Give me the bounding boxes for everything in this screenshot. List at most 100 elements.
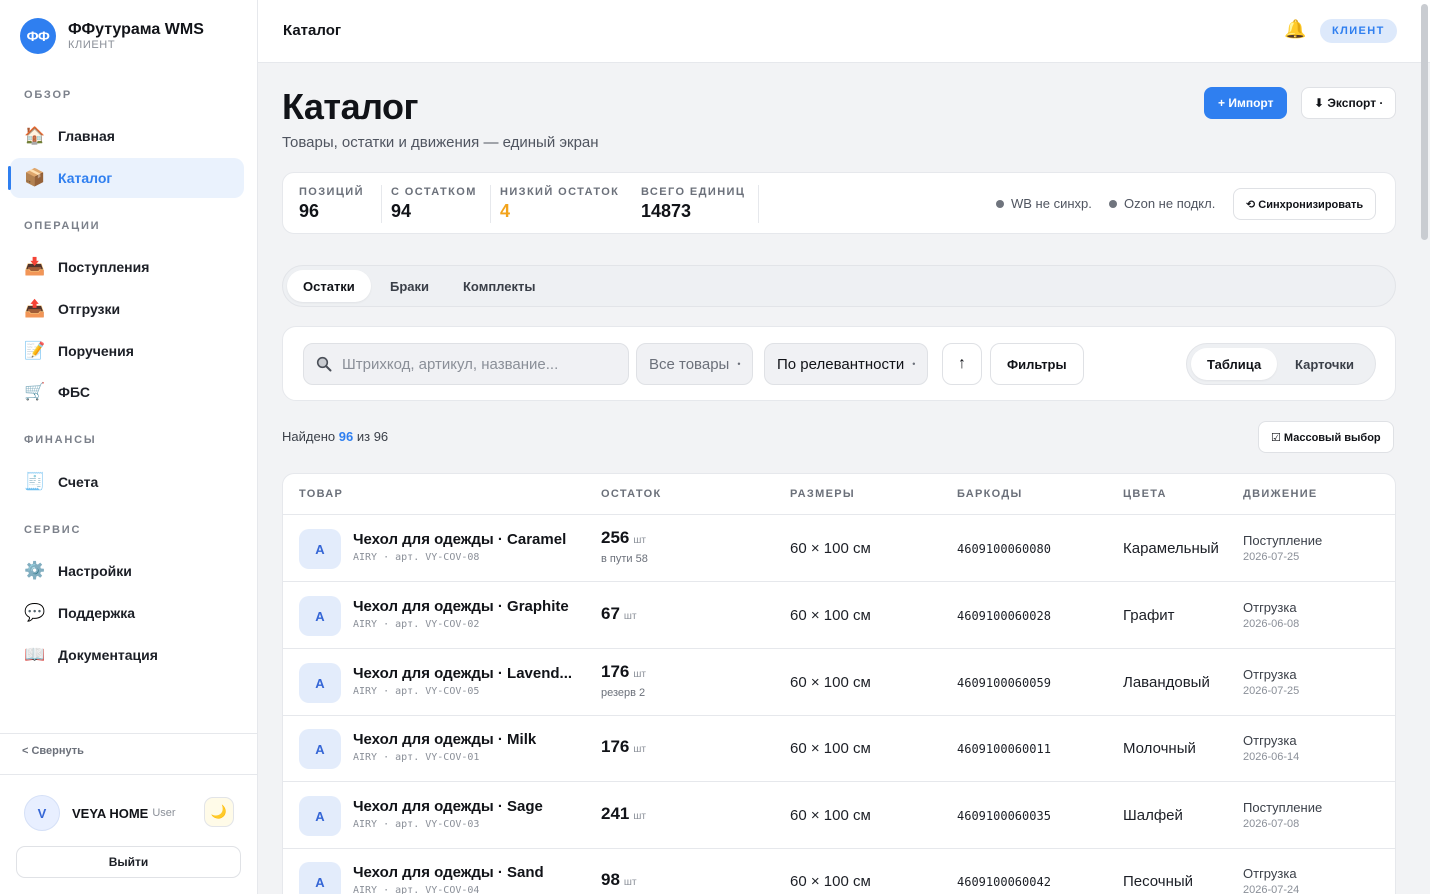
product-sku: AIRY · арт. VY-COV-04 [353, 885, 480, 894]
collapse-sidebar-button[interactable]: < Свернуть [22, 745, 84, 757]
speech-bubble-icon: 💬 [24, 603, 46, 622]
sync-button[interactable]: ⟲ Синхронизировать [1233, 188, 1377, 220]
sidebar-item-orders[interactable]: 📝 Поручения [10, 331, 244, 371]
table-row[interactable]: A Чехол для одежды · Sage AIRY · арт. VY… [283, 782, 1395, 849]
tab-defects[interactable]: Браки [374, 270, 445, 302]
product-thumbnail: A [299, 663, 341, 703]
product-barcode: 4609100060042 [957, 875, 1051, 889]
movement-type: Отгрузка [1243, 667, 1297, 682]
movement-type: Отгрузка [1243, 600, 1297, 615]
stock-quantity: 67 шт [601, 604, 637, 624]
inbox-tray-icon: 📥 [24, 257, 46, 276]
table-row[interactable]: A Чехол для одежды · Sand AIRY · арт. VY… [283, 848, 1395, 894]
product-name: Чехол для одежды · Caramel [353, 531, 567, 548]
theme-toggle-button[interactable]: 🌙 [204, 797, 234, 827]
movement-type: Поступление [1243, 533, 1323, 548]
sort-direction-button[interactable]: ↑ [942, 343, 982, 385]
sort-select[interactable]: По релевантности • [764, 343, 929, 385]
category-select[interactable]: Все товары • [636, 343, 754, 385]
column-header-sizes[interactable]: РАЗМЕРЫ [790, 488, 855, 500]
sidebar-item-receipts[interactable]: 📥 Поступления [10, 247, 244, 287]
user-profile[interactable]: V VEYA HOME User [24, 795, 176, 831]
product-color: Молочный [1123, 740, 1196, 757]
divider [490, 185, 491, 223]
sidebar-item-home[interactable]: 🏠 Главная [10, 116, 244, 156]
product-barcode: 4609100060080 [957, 542, 1051, 556]
search-icon [316, 356, 332, 372]
stock-quantity: 98 шт [601, 870, 637, 890]
tab-kits[interactable]: Комплекты [447, 270, 551, 302]
results-of: из [356, 429, 371, 444]
qty-unit: шт [633, 744, 646, 755]
results-total: 96 [373, 429, 389, 444]
qty-value: 256 [601, 528, 630, 547]
search-box[interactable] [303, 343, 629, 385]
product-sku: AIRY · арт. VY-COV-01 [353, 752, 480, 763]
column-header-product[interactable]: ТОВАР [299, 488, 343, 500]
search-input[interactable] [342, 355, 612, 373]
table-row[interactable]: A Чехол для одежды · Caramel AIRY · арт.… [283, 515, 1395, 582]
table-row[interactable]: A Чехол для одежды · Milk AIRY · арт. VY… [283, 715, 1395, 782]
brand[interactable]: ФФ ФФутурама WMS КЛИЕНТ [20, 18, 204, 54]
product-thumbnail: A [299, 796, 341, 836]
table-row[interactable]: A Чехол для одежды · Graphite AIRY · арт… [283, 582, 1395, 649]
movement-date: 2026-06-08 [1243, 618, 1300, 630]
stock-quantity: 241 шт [601, 804, 646, 824]
qty-value: 98 [601, 870, 620, 889]
scrollbar-thumb[interactable] [1421, 4, 1428, 240]
movement-type: Отгрузка [1243, 733, 1297, 748]
category-select-value: Все товары [649, 355, 730, 373]
import-button[interactable]: + Импорт [1204, 87, 1288, 119]
table-row[interactable]: A Чехол для одежды · Lavend... AIRY · ар… [283, 649, 1395, 716]
memo-icon: 📝 [24, 341, 46, 360]
product-size: 60 × 100 см [790, 540, 871, 557]
outbox-tray-icon: 📤 [24, 299, 46, 318]
column-header-barcodes[interactable]: БАРКОДЫ [957, 488, 1023, 500]
column-header-stock[interactable]: ОСТАТОК [601, 488, 661, 500]
tab-stock[interactable]: Остатки [287, 270, 371, 302]
filter-card: Все товары • По релевантности • ↑ Фильтр… [282, 326, 1396, 401]
export-button[interactable]: ⬇ Экспорт · [1301, 87, 1397, 119]
receipt-icon: 🧾 [24, 472, 46, 491]
product-name: Чехол для одежды · Sage [353, 798, 543, 815]
product-size: 60 × 100 см [790, 807, 871, 824]
sidebar-item-support[interactable]: 💬 Поддержка [10, 593, 244, 633]
mass-select-button[interactable]: ☑ Массовый выбор [1258, 421, 1394, 453]
product-thumbnail: A [299, 729, 341, 769]
view-table-button[interactable]: Таблица [1191, 348, 1278, 380]
product-name: Чехол для одежды · Graphite [353, 598, 569, 615]
sidebar-item-settings[interactable]: ⚙️ Настройки [10, 551, 244, 591]
stat-label: ВСЕГО ЕДИНИЦ [641, 186, 746, 198]
qty-unit: шт [623, 877, 637, 888]
sidebar-item-label: ФБС [58, 384, 90, 400]
brand-logo: ФФ [20, 18, 56, 54]
stat-label: С ОСТАТКОМ [391, 186, 477, 198]
user-role: User [152, 807, 176, 819]
shopping-cart-icon: 🛒 [24, 382, 46, 401]
bell-icon[interactable]: 🔔 [1284, 19, 1306, 40]
product-barcode: 4609100060028 [957, 609, 1051, 623]
sidebar: ФФ ФФутурама WMS КЛИЕНТ ОБЗОР 🏠 Главная … [0, 0, 258, 894]
qty-unit: шт [633, 535, 646, 546]
filters-button[interactable]: Фильтры [990, 343, 1084, 385]
stat-in-stock: С ОСТАТКОМ 94 [391, 186, 477, 222]
sidebar-item-shipments[interactable]: 📤 Отгрузки [10, 289, 244, 329]
qty-value: 176 [601, 737, 630, 756]
view-cards-button[interactable]: Карточки [1279, 348, 1370, 380]
sidebar-item-invoices[interactable]: 🧾 Счета [10, 462, 244, 502]
divider [758, 185, 759, 223]
sidebar-item-docs[interactable]: 📖 Документация [10, 635, 244, 675]
avatar: V [24, 795, 60, 831]
qty-unit: шт [633, 669, 646, 680]
logout-button[interactable]: Выйти [16, 846, 241, 878]
sidebar-item-catalog[interactable]: 📦 Каталог [8, 158, 244, 198]
column-header-movement[interactable]: ДВИЖЕНИЕ [1243, 488, 1318, 500]
product-barcode: 4609100060035 [957, 809, 1051, 823]
stats-card: ПОЗИЦИЙ 96 С ОСТАТКОМ 94 НИЗКИЙ ОСТАТОК … [282, 172, 1396, 234]
gear-icon: ⚙️ [24, 561, 46, 580]
column-header-colors[interactable]: ЦВЕТА [1123, 488, 1167, 500]
brand-subtitle: КЛИЕНТ [68, 38, 116, 51]
product-size: 60 × 100 см [790, 674, 871, 691]
stock-quantity: 256 шт [601, 528, 646, 548]
sidebar-item-fbs[interactable]: 🛒 ФБС [10, 372, 244, 412]
